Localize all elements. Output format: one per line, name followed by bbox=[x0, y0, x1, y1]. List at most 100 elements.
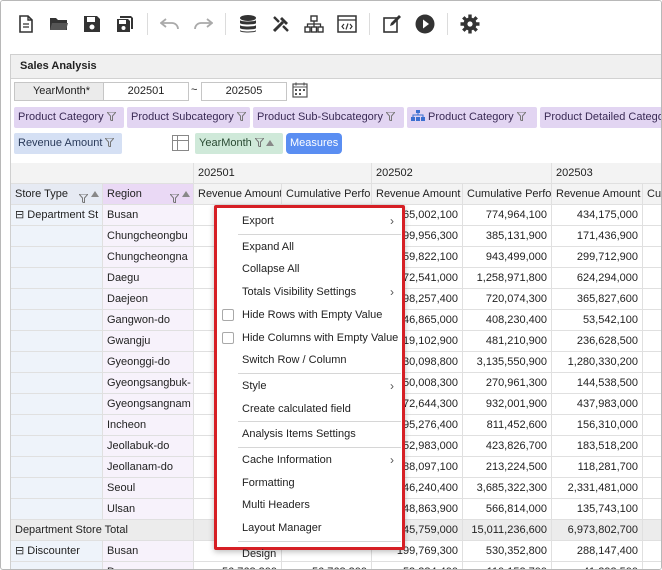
data-cell[interactable] bbox=[643, 373, 661, 394]
data-cell[interactable]: 624,294,000 bbox=[552, 268, 643, 289]
data-cell[interactable] bbox=[643, 436, 661, 457]
sort-ascending-icon[interactable] bbox=[182, 191, 190, 197]
column-field-chip[interactable]: Product Subcategory bbox=[127, 107, 250, 128]
column-field-chip[interactable]: Product Sub-Subcategory bbox=[253, 107, 404, 128]
measure-header[interactable]: Cu bbox=[643, 184, 661, 205]
menu-item-design[interactable]: Design bbox=[217, 543, 402, 565]
measure-header[interactable]: Revenue Amount bbox=[372, 184, 463, 205]
data-cell[interactable]: 437,983,000 bbox=[552, 394, 643, 415]
data-cell[interactable]: 1,258,971,800 bbox=[463, 268, 552, 289]
data-cell[interactable] bbox=[643, 394, 661, 415]
region-cell[interactable]: Incheon bbox=[103, 415, 194, 436]
gear-icon[interactable] bbox=[459, 13, 481, 35]
data-cell[interactable]: 183,518,200 bbox=[552, 436, 643, 457]
data-cell[interactable]: 110,152,700 bbox=[463, 562, 552, 569]
data-cell[interactable] bbox=[643, 499, 661, 520]
data-cell[interactable]: 365,827,600 bbox=[552, 289, 643, 310]
region-cell[interactable]: Daegu bbox=[103, 562, 194, 569]
data-field-chip[interactable]: Revenue Amount bbox=[14, 133, 122, 154]
column-field-chip[interactable]: Product Detailed Catego bbox=[540, 107, 661, 128]
data-cell[interactable]: 774,964,100 bbox=[463, 205, 552, 226]
from-date-input[interactable]: 202501 bbox=[103, 82, 189, 101]
measure-header[interactable]: Cumulative Perfo bbox=[282, 184, 372, 205]
filter-funnel-icon[interactable] bbox=[253, 134, 265, 148]
open-folder-icon[interactable] bbox=[48, 13, 70, 35]
data-cell[interactable] bbox=[643, 310, 661, 331]
menu-item-style[interactable]: Style › bbox=[217, 375, 402, 397]
edit-icon[interactable] bbox=[381, 13, 403, 35]
data-cell[interactable] bbox=[643, 205, 661, 226]
filter-funnel-icon[interactable] bbox=[235, 108, 247, 122]
column-field-chip[interactable]: Product Category bbox=[407, 107, 537, 128]
store-type-cell[interactable]: ⊟ Discounter bbox=[11, 541, 103, 562]
menu-item-hide-columns-with-empty-value[interactable]: Hide Columns with Empty Value bbox=[217, 327, 402, 349]
data-cell[interactable] bbox=[643, 562, 661, 569]
data-cell[interactable]: 15,011,236,600 bbox=[463, 520, 552, 541]
region-cell[interactable]: Busan bbox=[103, 205, 194, 226]
save-all-icon[interactable] bbox=[114, 13, 136, 35]
data-cell[interactable] bbox=[643, 289, 661, 310]
filter-funnel-icon[interactable] bbox=[77, 190, 90, 204]
layout-grid-icon[interactable] bbox=[172, 135, 189, 151]
data-cell[interactable]: 118,281,700 bbox=[552, 457, 643, 478]
measures-chip[interactable]: Measures bbox=[286, 133, 342, 154]
region-cell[interactable]: Gwangju bbox=[103, 331, 194, 352]
tools-icon[interactable] bbox=[270, 13, 292, 35]
data-cell[interactable] bbox=[643, 352, 661, 373]
region-cell[interactable]: Chungcheongna bbox=[103, 247, 194, 268]
database-icon[interactable] bbox=[237, 13, 259, 35]
data-cell[interactable]: 144,538,500 bbox=[552, 373, 643, 394]
yearmonth-field-chip[interactable]: YearMonth bbox=[195, 133, 283, 154]
data-cell[interactable]: 41,293,500 bbox=[552, 562, 643, 569]
period-header[interactable]: 202501 bbox=[194, 163, 372, 184]
menu-item-formatting[interactable]: Formatting bbox=[217, 472, 402, 494]
filter-funnel-icon[interactable] bbox=[168, 190, 181, 204]
menu-item-switch-row-column[interactable]: Switch Row / Column bbox=[217, 349, 402, 371]
data-cell[interactable]: 3,135,550,900 bbox=[463, 352, 552, 373]
measure-header[interactable]: Revenue Amount bbox=[194, 184, 282, 205]
sort-ascending-icon[interactable] bbox=[91, 191, 99, 197]
region-cell[interactable]: Gangwon-do bbox=[103, 310, 194, 331]
data-cell[interactable]: 566,814,000 bbox=[463, 499, 552, 520]
region-cell[interactable]: Busan bbox=[103, 541, 194, 562]
data-cell[interactable]: 530,352,800 bbox=[463, 541, 552, 562]
menu-item-totals-visibility-settings[interactable]: Totals Visibility Settings › bbox=[217, 281, 402, 303]
store-type-cell[interactable]: ⊟ Department St bbox=[11, 205, 103, 226]
new-file-icon[interactable] bbox=[15, 13, 37, 35]
undo-icon[interactable] bbox=[159, 13, 181, 35]
menu-item-expand-all[interactable]: Expand All bbox=[217, 236, 402, 258]
data-cell[interactable]: 236,628,500 bbox=[552, 331, 643, 352]
redo-icon[interactable] bbox=[192, 13, 214, 35]
data-cell[interactable] bbox=[643, 226, 661, 247]
sort-ascending-icon[interactable] bbox=[265, 140, 274, 146]
filter-funnel-icon[interactable] bbox=[104, 134, 116, 148]
data-cell[interactable] bbox=[643, 457, 661, 478]
data-cell[interactable]: 943,499,000 bbox=[463, 247, 552, 268]
region-header[interactable]: Region bbox=[103, 184, 194, 205]
checkbox[interactable] bbox=[222, 331, 234, 344]
save-icon[interactable] bbox=[81, 13, 103, 35]
measure-header[interactable]: Cumulative Perfo bbox=[463, 184, 552, 205]
data-cell[interactable]: 1,280,330,200 bbox=[552, 352, 643, 373]
period-header[interactable]: 202503 bbox=[552, 163, 661, 184]
data-cell[interactable]: 385,131,900 bbox=[463, 226, 552, 247]
region-cell[interactable]: Seoul bbox=[103, 478, 194, 499]
region-cell[interactable]: Jeollabuk-do bbox=[103, 436, 194, 457]
calendar-icon[interactable] bbox=[292, 82, 310, 100]
measure-header[interactable]: Revenue Amount bbox=[552, 184, 643, 205]
data-cell[interactable]: 481,210,900 bbox=[463, 331, 552, 352]
region-cell[interactable]: Gyeongsangnam bbox=[103, 394, 194, 415]
region-cell[interactable]: Daejeon bbox=[103, 289, 194, 310]
region-cell[interactable]: Chungcheongbu bbox=[103, 226, 194, 247]
filter-funnel-icon[interactable] bbox=[515, 108, 527, 122]
menu-item-create-calculated-field[interactable]: Create calculated field bbox=[217, 398, 402, 420]
region-cell[interactable]: Ulsan bbox=[103, 499, 194, 520]
data-cell[interactable]: 270,961,300 bbox=[463, 373, 552, 394]
region-cell[interactable]: Jeollanam-do bbox=[103, 457, 194, 478]
data-cell[interactable]: 6,973,802,700 bbox=[552, 520, 643, 541]
checkbox[interactable] bbox=[222, 308, 234, 321]
data-cell[interactable]: 423,826,700 bbox=[463, 436, 552, 457]
filter-funnel-icon[interactable] bbox=[384, 108, 397, 122]
data-cell[interactable] bbox=[643, 331, 661, 352]
data-cell[interactable]: 299,712,900 bbox=[552, 247, 643, 268]
